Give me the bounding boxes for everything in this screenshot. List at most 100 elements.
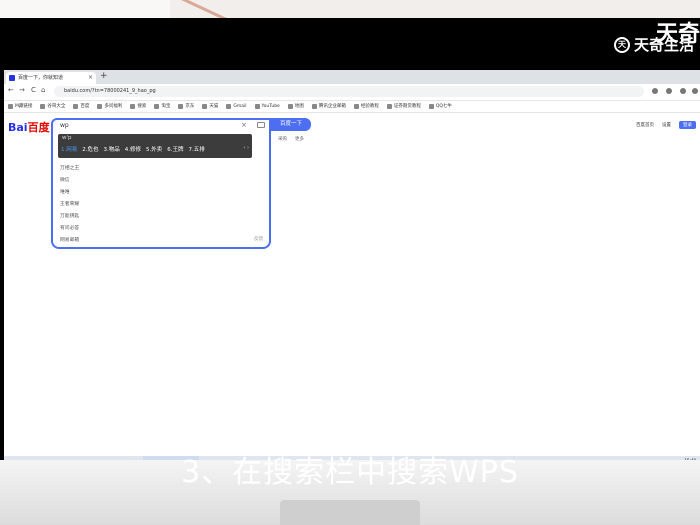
home-icon[interactable]: ⌂ xyxy=(41,86,45,94)
bookmark-icon xyxy=(428,104,434,109)
bookmark-item[interactable]: Gmail xyxy=(226,101,247,112)
desk-paper xyxy=(0,0,170,18)
bookmark-item[interactable]: 地图 xyxy=(287,101,304,112)
bookmark-item[interactable]: 天猫 xyxy=(202,101,218,112)
bookmark-label: 谷哥大全 xyxy=(47,103,66,109)
suggestion-item[interactable]: 王者荣耀 xyxy=(60,200,79,207)
bookmark-label: YouTube xyxy=(261,103,280,109)
bookmark-label: 百度 xyxy=(80,103,90,109)
desk-background xyxy=(0,0,700,23)
bookmark-label: QQ七牛 xyxy=(435,103,452,109)
bookmark-label: 证券期货教程 xyxy=(393,103,421,109)
ime-composition: w'p xyxy=(62,135,72,141)
suggestion-item[interactable]: 有问必答 xyxy=(60,224,79,231)
bookmark-icon xyxy=(154,104,160,109)
clear-icon[interactable]: × xyxy=(241,120,247,131)
ime-candidate[interactable]: 5.外卖 xyxy=(146,145,162,153)
header-right-links: 百度首页 设置 登录 xyxy=(636,121,696,129)
profile-icon[interactable] xyxy=(680,88,686,94)
suggestion-item[interactable]: 网易邮箱 xyxy=(60,236,79,243)
browser-tab[interactable]: 百度一下，你就知道 × xyxy=(6,72,96,84)
ime-candidate[interactable]: 4.修修 xyxy=(125,145,141,153)
ime-page-arrows-icon[interactable]: ‹ › xyxy=(243,145,249,151)
forward-icon[interactable]: → xyxy=(19,86,25,94)
watermark-logo-icon: 天 xyxy=(613,36,630,53)
ime-candidate-window: w'p 1.网易 2.危也 3.物品 4.修修 5.外卖 6.王牌 7.五排 ‹… xyxy=(58,134,252,158)
bookmark-icon xyxy=(97,104,103,109)
baidu-favicon-icon xyxy=(9,75,15,81)
suggestion-item[interactable]: 唯唯 xyxy=(60,188,70,195)
ime-candidate-list: 1.网易 2.危也 3.物品 4.修修 5.外卖 6.王牌 7.五排 xyxy=(61,145,205,153)
suggestion-item[interactable]: 万相之王 xyxy=(60,164,79,171)
bookmark-item[interactable]: 京东 xyxy=(178,101,194,112)
baidu-logo[interactable]: Bai百度 xyxy=(8,119,50,135)
bookmark-item[interactable]: 搜索 xyxy=(130,101,146,112)
extension-icon[interactable] xyxy=(652,88,658,94)
settings-link[interactable]: 设置 xyxy=(662,122,671,128)
menu-icon[interactable] xyxy=(692,88,698,94)
tab-close-icon[interactable]: × xyxy=(88,72,93,84)
address-url: baidu.com/?tn=78000241_9_hao_pg xyxy=(64,88,156,94)
monitor-bezel: 百度一下，你就知道 × + ← → C ⌂ baidu.com/?tn=7800… xyxy=(0,18,700,472)
browser-toolbar: ← → C ⌂ baidu.com/?tn=78000241_9_hao_pg xyxy=(4,84,700,101)
bookmark-label: 淘宝 xyxy=(161,103,171,109)
search-input[interactable]: wp × xyxy=(51,118,271,131)
bookmark-label: 地图 xyxy=(294,103,304,109)
bookmark-label: 经验教程 xyxy=(360,103,379,109)
ime-candidate[interactable]: 2.危也 xyxy=(82,145,98,153)
ime-candidate[interactable]: 3.物品 xyxy=(104,145,120,153)
ime-candidate[interactable]: 7.五排 xyxy=(189,145,205,153)
bookmark-item[interactable]: 经验教程 xyxy=(353,101,379,112)
bookmark-item[interactable]: 证券期货教程 xyxy=(386,101,421,112)
back-icon[interactable]: ← xyxy=(8,86,14,94)
sub-link[interactable]: 采购 xyxy=(278,136,287,142)
bookmark-icon xyxy=(130,104,136,109)
browser-tabbar: 百度一下，你就知道 × + xyxy=(4,70,700,84)
bookmark-icon xyxy=(226,104,232,109)
address-bar[interactable]: baidu.com/?tn=78000241_9_hao_pg xyxy=(54,86,644,97)
new-tab-button[interactable]: + xyxy=(100,71,108,81)
reload-icon[interactable]: C xyxy=(31,86,36,94)
bookmark-star-icon[interactable] xyxy=(666,88,672,94)
bookmark-item[interactable]: 多问福利 xyxy=(97,101,122,112)
suggestion-item[interactable]: 万能钥匙 xyxy=(60,212,79,219)
search-value: wp xyxy=(60,122,69,129)
bookmark-icon xyxy=(254,104,260,109)
sub-link[interactable]: 更多 xyxy=(295,136,304,142)
bookmark-item[interactable]: QQ七牛 xyxy=(428,101,452,112)
bookmark-label: Gmail xyxy=(233,103,247,109)
bookmark-icon xyxy=(40,104,46,109)
sub-links: 采购 更多 xyxy=(278,136,304,142)
ime-candidate[interactable]: 1.网易 xyxy=(61,145,77,153)
bookmark-item[interactable]: 腾讯企业邮箱 xyxy=(311,101,346,112)
bookmark-label: 多问福利 xyxy=(104,103,123,109)
camera-icon[interactable] xyxy=(257,122,265,128)
login-button[interactable]: 登录 xyxy=(679,121,696,129)
tab-title: 百度一下，你就知道 xyxy=(18,75,64,81)
bookmark-item[interactable]: M藏链接 xyxy=(8,101,32,112)
search-button[interactable]: 百度一下 xyxy=(271,118,311,131)
baidu-page: Bai百度 wp × 百度一下 windows10 万相之王 微信 唯唯 王者荣… xyxy=(4,114,700,456)
watermark: 天 天奇生活 xyxy=(613,34,694,55)
bookmark-item[interactable]: 淘宝 xyxy=(154,101,170,112)
bookmark-label: 搜索 xyxy=(137,103,147,109)
bookmark-item[interactable]: YouTube xyxy=(254,101,280,112)
bookmark-icon xyxy=(353,104,359,109)
monitor-stand xyxy=(280,500,420,525)
bookmark-item[interactable]: 百度 xyxy=(73,101,89,112)
bookmark-label: 天猫 xyxy=(209,103,219,109)
bookmark-icon xyxy=(287,104,293,109)
bookmark-icon xyxy=(178,104,184,109)
bookmark-label: M藏链接 xyxy=(15,103,33,109)
homepage-link[interactable]: 百度首页 xyxy=(636,122,654,128)
watermark-brand: 天奇生活 xyxy=(633,36,694,54)
caption-subtitle: 3、在搜索栏中搜索WPS xyxy=(181,455,519,490)
feedback-link[interactable]: 反馈 xyxy=(254,236,263,242)
ime-candidate[interactable]: 6.王牌 xyxy=(167,145,183,153)
bookmark-item[interactable]: 谷哥大全 xyxy=(40,101,65,112)
suggestion-item[interactable]: 微信 xyxy=(60,176,70,183)
logo-du: 百度 xyxy=(27,121,50,134)
bookmark-icon xyxy=(8,104,13,109)
bookmarks-bar: M藏链接 谷哥大全 百度 多问福利 搜索 淘宝 京东 天猫 Gmail YouT… xyxy=(4,101,700,113)
bookmark-icon xyxy=(311,104,317,109)
